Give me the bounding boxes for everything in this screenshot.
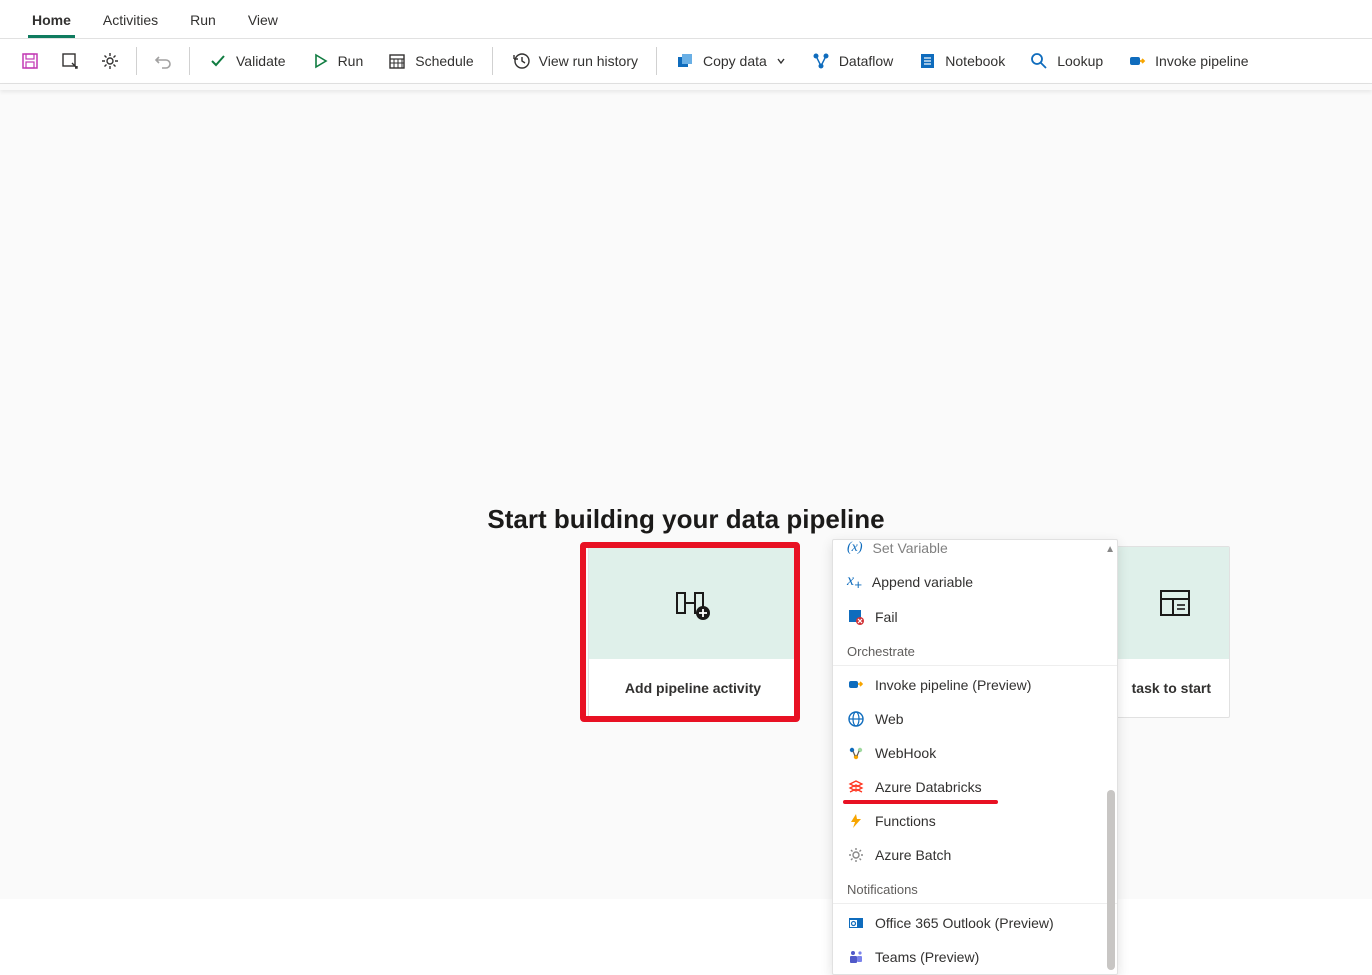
annotation-red-underline	[843, 800, 998, 804]
menu-label: Azure Batch	[875, 847, 951, 863]
divider	[656, 47, 657, 75]
card-icon-area	[589, 547, 797, 659]
dropdown-scrollbar[interactable]	[1107, 790, 1115, 970]
menu-teams[interactable]: Teams (Preview)	[833, 940, 1117, 974]
undo-icon	[153, 51, 173, 71]
search-icon	[1029, 51, 1049, 71]
dropdown-scroll[interactable]: (x) Set Variable x+ Append variable Fail…	[833, 540, 1117, 974]
gear-icon	[100, 51, 120, 71]
invoke-icon	[1127, 51, 1147, 71]
dataflow-icon	[811, 51, 831, 71]
invoke-label: Invoke pipeline	[1155, 53, 1248, 69]
activity-dropdown: ▲ (x) Set Variable x+ Append variable Fa…	[832, 539, 1118, 975]
tab-run[interactable]: Run	[174, 4, 232, 38]
copydata-button[interactable]: Copy data	[665, 45, 797, 77]
schedule-button[interactable]: Schedule	[377, 45, 483, 77]
checkmark-icon	[208, 51, 228, 71]
group-orchestrate: Orchestrate	[833, 634, 1117, 666]
copydata-label: Copy data	[703, 53, 767, 69]
invoke-button[interactable]: Invoke pipeline	[1117, 45, 1258, 77]
menu-append-variable[interactable]: x+ Append variable	[833, 564, 1117, 600]
history-label: View run history	[539, 53, 638, 69]
databricks-icon	[847, 778, 865, 796]
menu-label: Web	[875, 711, 904, 727]
fail-icon	[847, 608, 865, 626]
variable-icon: (x)	[847, 540, 863, 556]
settings-button[interactable]	[92, 45, 128, 77]
add-activity-card[interactable]: Add pipeline activity	[588, 546, 798, 718]
save-button[interactable]	[12, 45, 48, 77]
menu-label: Teams (Preview)	[875, 949, 979, 965]
copydata-icon	[675, 51, 695, 71]
start-heading: Start building your data pipeline	[0, 504, 1372, 535]
save-as-button[interactable]	[52, 45, 88, 77]
menu-label: Azure Databricks	[875, 779, 982, 795]
notebook-icon	[917, 51, 937, 71]
validate-label: Validate	[236, 53, 286, 69]
history-button[interactable]: View run history	[501, 45, 648, 77]
schedule-label: Schedule	[415, 53, 473, 69]
functions-icon	[847, 812, 865, 830]
save-edit-icon	[60, 51, 80, 71]
pipeline-canvas[interactable]: Start building your data pipeline Add pi…	[0, 84, 1372, 899]
template-icon	[1155, 583, 1195, 623]
calendar-icon	[387, 51, 407, 71]
scroll-up-arrow[interactable]: ▲	[1105, 544, 1115, 555]
menu-label: Functions	[875, 813, 936, 829]
group-notifications: Notifications	[833, 872, 1117, 904]
menu-outlook[interactable]: Office 365 Outlook (Preview)	[833, 906, 1117, 940]
run-button[interactable]: Run	[300, 45, 374, 77]
notebook-label: Notebook	[945, 53, 1005, 69]
menu-label: Office 365 Outlook (Preview)	[875, 915, 1054, 931]
menu-label: WebHook	[875, 745, 936, 761]
webhook-icon	[847, 744, 865, 762]
teams-icon	[847, 948, 865, 966]
menu-web[interactable]: Web	[833, 702, 1117, 736]
notebook-button[interactable]: Notebook	[907, 45, 1015, 77]
menu-label: Fail	[875, 609, 898, 625]
menu-azure-batch[interactable]: Azure Batch	[833, 838, 1117, 872]
outlook-icon	[847, 914, 865, 932]
menu-label: Set Variable	[873, 540, 948, 556]
run-label: Run	[338, 53, 364, 69]
dataflow-button[interactable]: Dataflow	[801, 45, 903, 77]
history-icon	[511, 51, 531, 71]
dataflow-label: Dataflow	[839, 53, 893, 69]
batch-icon	[847, 846, 865, 864]
save-icon	[20, 51, 40, 71]
tab-activities[interactable]: Activities	[87, 4, 174, 38]
activity-add-icon	[673, 583, 713, 623]
shadow	[0, 84, 1372, 90]
undo-button[interactable]	[145, 45, 181, 77]
lookup-label: Lookup	[1057, 53, 1103, 69]
tab-view[interactable]: View	[232, 4, 294, 38]
card-label: Add pipeline activity	[589, 659, 797, 717]
ribbon-tabs: Home Activities Run View	[0, 0, 1372, 39]
divider	[136, 47, 137, 75]
menu-fail[interactable]: Fail	[833, 600, 1117, 634]
play-icon	[310, 51, 330, 71]
lookup-button[interactable]: Lookup	[1019, 45, 1113, 77]
globe-icon	[847, 710, 865, 728]
menu-set-variable[interactable]: (x) Set Variable	[833, 540, 1117, 564]
divider	[189, 47, 190, 75]
append-icon: x+	[847, 572, 862, 592]
menu-label: Append variable	[872, 574, 973, 590]
menu-functions[interactable]: Functions	[833, 804, 1117, 838]
menu-invoke-pipeline[interactable]: Invoke pipeline (Preview)	[833, 668, 1117, 702]
menu-webhook[interactable]: WebHook	[833, 736, 1117, 770]
invoke-icon	[847, 676, 865, 694]
toolbar: Validate Run Schedule View run history C…	[0, 39, 1372, 84]
menu-label: Invoke pipeline (Preview)	[875, 677, 1031, 693]
chevron-down-icon	[775, 55, 787, 67]
validate-button[interactable]: Validate	[198, 45, 296, 77]
divider	[492, 47, 493, 75]
tab-home[interactable]: Home	[16, 4, 87, 38]
